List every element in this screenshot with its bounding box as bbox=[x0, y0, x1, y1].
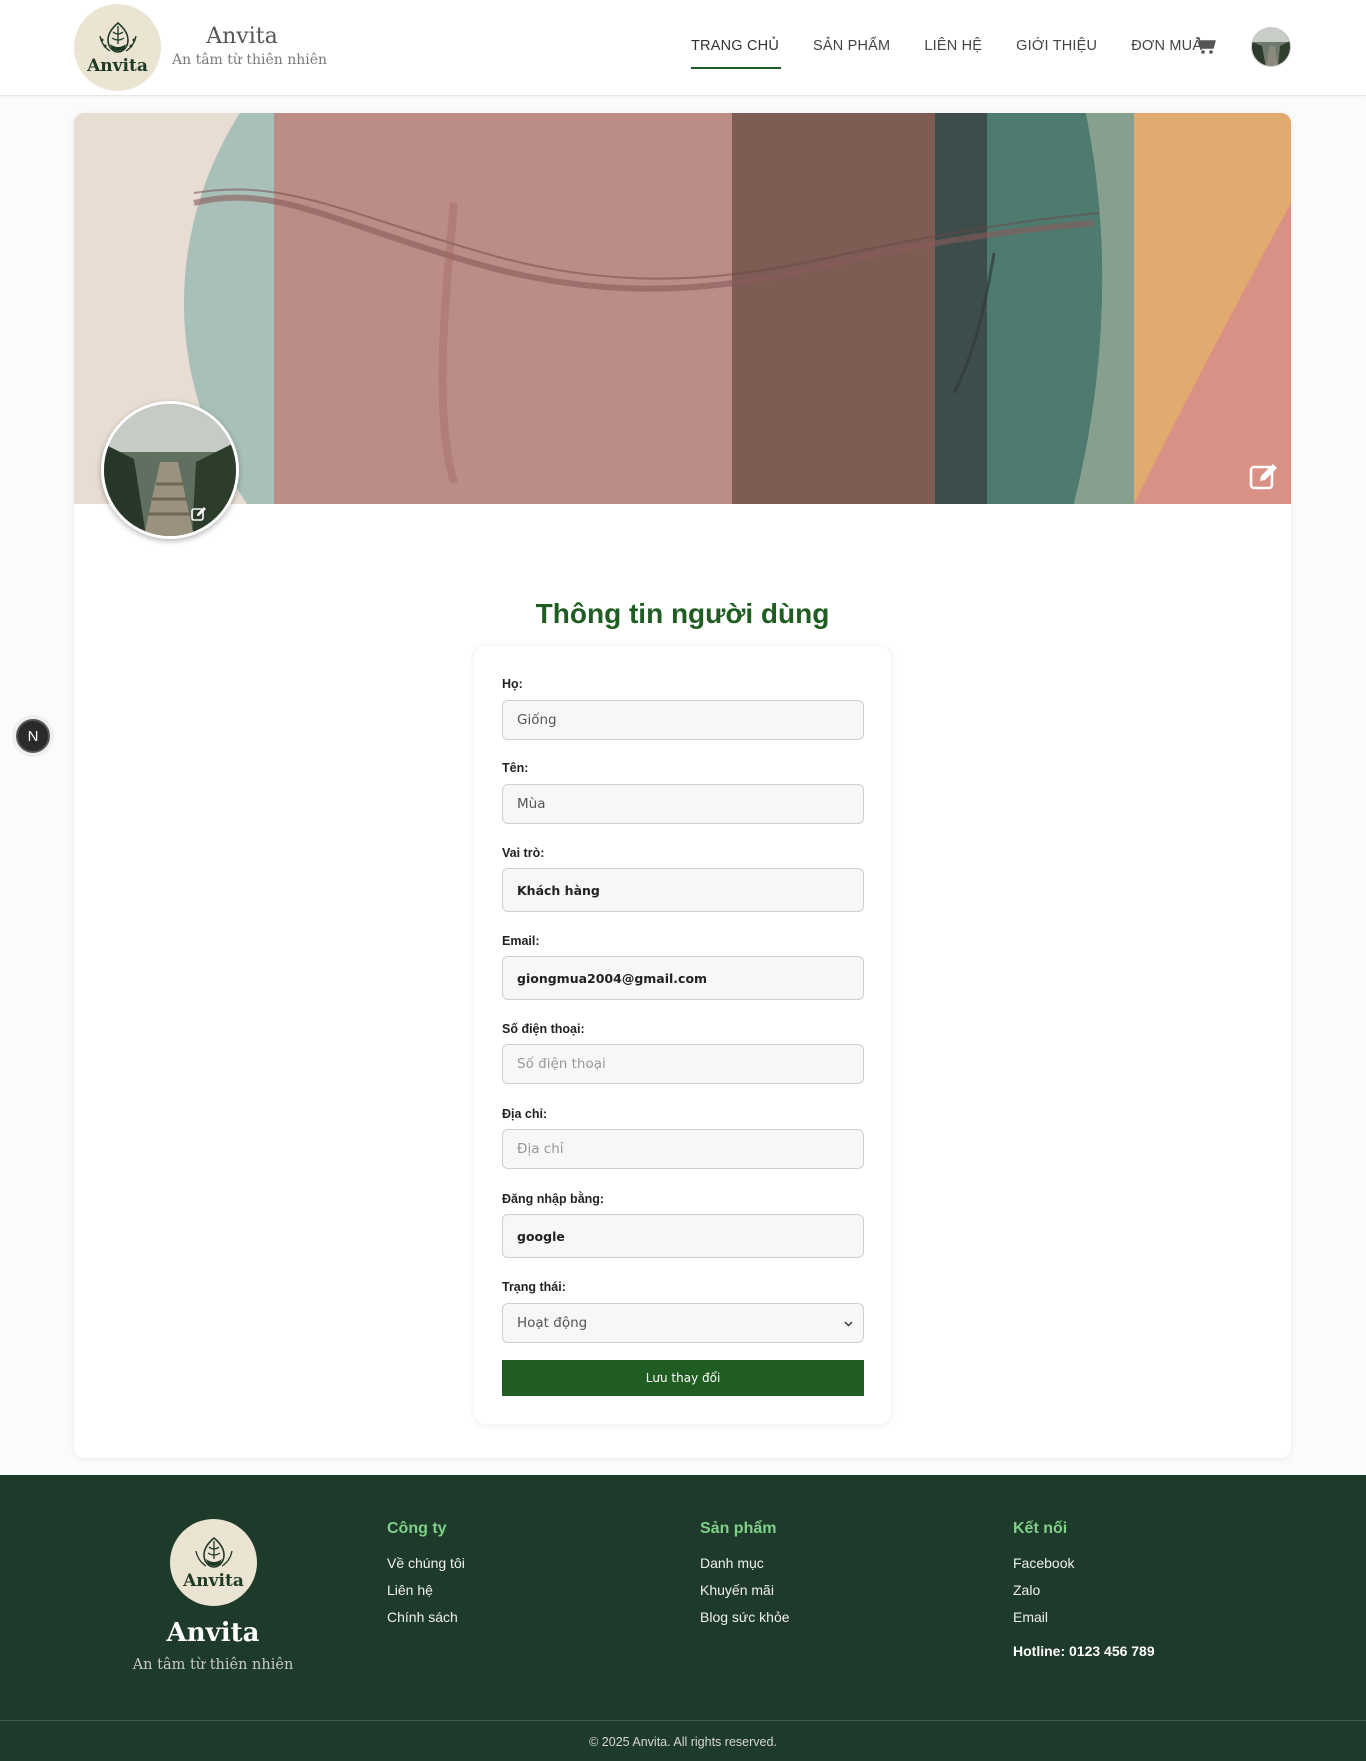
profile-avatar[interactable] bbox=[101, 401, 239, 539]
user-form: Họ: Giống Tên: Mùa Vai trò: Khách hàng E… bbox=[474, 646, 891, 1424]
nav-san-pham[interactable]: SẢN PHẨM bbox=[813, 38, 890, 54]
profile-card: Thông tin người dùng Họ: Giống Tên: Mùa … bbox=[74, 113, 1291, 1458]
status-select-value: Hoạt động bbox=[517, 1315, 588, 1331]
nav-don-mua[interactable]: ĐƠN MUA bbox=[1131, 38, 1202, 54]
label-so-dien-thoai: Số điện thoại: bbox=[502, 1022, 585, 1036]
chevron-down-icon bbox=[844, 1321, 853, 1327]
ten-input[interactable]: Mùa bbox=[502, 784, 864, 824]
cart-icon[interactable] bbox=[1195, 35, 1217, 57]
cover-image bbox=[74, 113, 1291, 504]
label-email: Email: bbox=[502, 934, 540, 948]
page-title: Thông tin người dùng bbox=[535, 598, 830, 629]
brand-tagline: An tâm từ thiên nhiên bbox=[172, 52, 328, 68]
footer-col-ket-noi: Kết nối Facebook Zalo Email Hotline: 012… bbox=[1013, 1520, 1155, 1659]
address-input[interactable]: Địa chỉ bbox=[502, 1129, 864, 1169]
email-field: giongmua2004@gmail.com bbox=[502, 956, 864, 1000]
header: Anvita Anvita An tâm từ thiên nhiên TRAN… bbox=[0, 0, 1366, 96]
footer-heading-ket-noi: Kết nối bbox=[1013, 1520, 1068, 1537]
footer-link-zalo[interactable]: Zalo bbox=[1013, 1582, 1155, 1598]
emblem-icon bbox=[98, 21, 137, 53]
ho-input[interactable]: Giống bbox=[502, 700, 864, 740]
main-nav: TRANG CHỦ SẢN PHẨM LIÊN HỆ GIỚI THIỆU ĐƠ… bbox=[691, 38, 1236, 69]
vai-tro-field: Khách hàng bbox=[502, 868, 864, 912]
phone-input[interactable]: Số điện thoại bbox=[502, 1044, 864, 1084]
footer-link-blog[interactable]: Blog sức khỏe bbox=[700, 1609, 790, 1625]
brand-name: Anvita bbox=[206, 24, 278, 49]
nav-gioi-thieu[interactable]: GIỚI THIỆU bbox=[1016, 38, 1097, 54]
copyright: © 2025 Anvita. All rights reserved. bbox=[589, 1735, 777, 1749]
footer-link-email[interactable]: Email bbox=[1013, 1609, 1155, 1625]
footer-logo-text: Anvita bbox=[183, 1570, 244, 1591]
footer-col-cong-ty: Công ty Về chúng tôi Liên hệ Chính sách bbox=[387, 1520, 465, 1636]
emblem-icon bbox=[194, 1536, 233, 1568]
footer: Anvita Anvita An tâm từ thiên nhiên Công… bbox=[0, 1475, 1366, 1761]
logo[interactable]: Anvita bbox=[74, 4, 161, 91]
footer-divider bbox=[0, 1720, 1366, 1721]
footer-link-facebook[interactable]: Facebook bbox=[1013, 1555, 1155, 1571]
footer-link-ve-chung-toi[interactable]: Về chúng tôi bbox=[387, 1555, 465, 1571]
footer-link-chinh-sach[interactable]: Chính sách bbox=[387, 1609, 465, 1625]
footer-tagline: An tâm từ thiên nhiên bbox=[132, 1657, 294, 1673]
edit-cover-icon[interactable] bbox=[1249, 462, 1279, 492]
footer-heading-san-pham: Sản phẩm bbox=[700, 1520, 777, 1537]
status-select[interactable]: Hoạt động bbox=[502, 1303, 864, 1343]
login-method-field: google bbox=[502, 1214, 864, 1258]
footer-link-lien-he[interactable]: Liên hệ bbox=[387, 1582, 465, 1598]
label-vai-tro: Vai trò: bbox=[502, 846, 545, 860]
nav-lien-he[interactable]: LIÊN HỆ bbox=[924, 38, 982, 54]
label-dia-chi: Địa chỉ: bbox=[502, 1107, 548, 1121]
user-avatar[interactable] bbox=[1251, 27, 1291, 67]
footer-col-san-pham: Sản phẩm Danh mục Khuyến mãi Blog sức kh… bbox=[700, 1520, 790, 1636]
footer-link-danh-muc[interactable]: Danh mục bbox=[700, 1555, 790, 1571]
footer-logo[interactable]: Anvita bbox=[170, 1519, 257, 1606]
next-dev-badge[interactable]: N bbox=[16, 719, 50, 753]
hotline: Hotline: 0123 456 789 bbox=[1013, 1643, 1155, 1659]
nav-trang-chu[interactable]: TRANG CHỦ bbox=[691, 38, 781, 69]
label-trang-thai: Trạng thái: bbox=[502, 1280, 566, 1294]
footer-heading-cong-ty: Công ty bbox=[387, 1520, 447, 1537]
footer-brand-name: Anvita bbox=[166, 1618, 260, 1648]
save-button[interactable]: Lưu thay đổi bbox=[502, 1360, 864, 1396]
label-ten: Tên: bbox=[502, 761, 529, 775]
brand[interactable]: Anvita An tâm từ thiên nhiên bbox=[172, 24, 327, 68]
logo-text: Anvita bbox=[87, 55, 148, 76]
label-ho: Họ: bbox=[502, 677, 523, 691]
label-dang-nhap: Đăng nhập bằng: bbox=[502, 1192, 605, 1206]
footer-link-khuyen-mai[interactable]: Khuyến mãi bbox=[700, 1582, 790, 1598]
edit-avatar-icon[interactable] bbox=[191, 506, 207, 522]
